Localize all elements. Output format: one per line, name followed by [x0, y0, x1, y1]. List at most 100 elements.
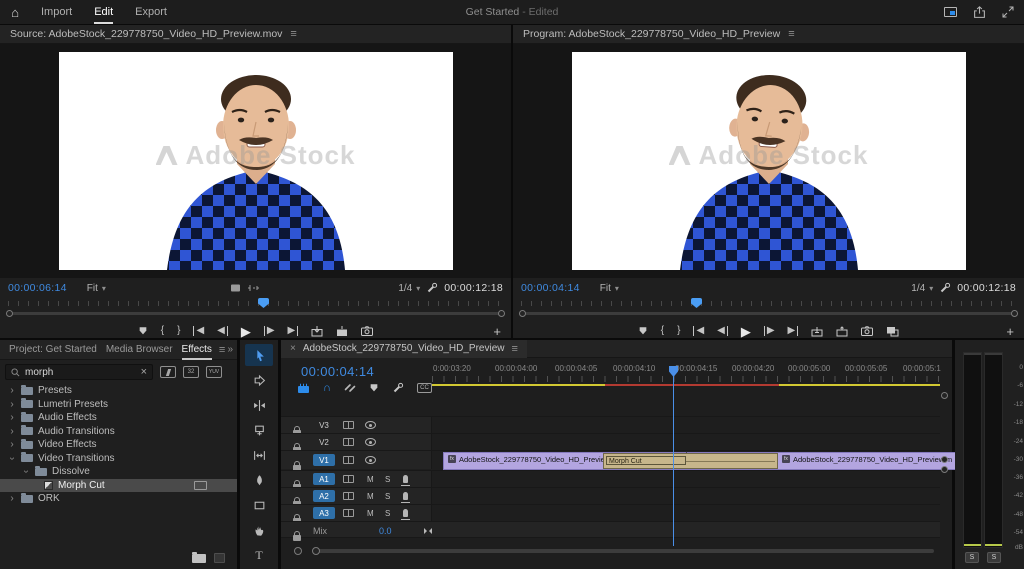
track-badge-a2[interactable]: A2 [313, 490, 335, 502]
zoom-bar-left-knob[interactable] [6, 310, 13, 317]
vertical-scroll-knob[interactable] [941, 466, 948, 473]
track-badge-v3[interactable]: V3 [313, 419, 335, 431]
drag-video-only-icon[interactable] [230, 283, 241, 293]
expand-arrow-icon[interactable]: › [8, 412, 16, 423]
timeline-settings-wrench-icon[interactable] [392, 382, 404, 394]
timeline-playhead-line[interactable] [673, 376, 674, 546]
mix-value[interactable]: 0.0 [379, 526, 392, 536]
quick-export-icon[interactable] [973, 6, 986, 19]
hand-tool[interactable] [245, 519, 273, 541]
tree-item-presets[interactable]: › Presets [0, 384, 237, 398]
track-v3-header[interactable]: V3 [281, 417, 432, 433]
program-zoom-select[interactable]: Fit ▾ [600, 283, 619, 294]
sync-lock-icon[interactable] [343, 421, 354, 429]
solo-button[interactable]: S [385, 509, 390, 518]
toggle-track-output-eye-icon[interactable] [365, 438, 376, 446]
panel-menu-icon[interactable]: ≡ [219, 344, 225, 356]
mute-button[interactable]: M [367, 509, 374, 518]
source-video-area[interactable]: Adobe Stock [0, 44, 511, 278]
voiceover-mic-icon[interactable] [403, 475, 408, 483]
slip-tool[interactable] [245, 444, 273, 466]
tab-project[interactable]: Project: Get Started [9, 344, 97, 355]
toggle-track-output-eye-icon[interactable] [365, 421, 376, 429]
program-monitor-tab[interactable]: Program: AdobeStock_229778750_Video_HD_P… [513, 25, 1024, 44]
sync-lock-icon[interactable] [343, 475, 354, 483]
solo-button[interactable]: S [385, 475, 390, 484]
tree-item-ork[interactable]: › ORK [0, 492, 237, 506]
tree-item-audio-effects[interactable]: › Audio Effects [0, 411, 237, 425]
mark-in-icon[interactable]: { [161, 326, 164, 336]
selection-tool[interactable] [245, 344, 273, 366]
solo-left-button[interactable]: S [965, 552, 979, 563]
effects-search-input[interactable] [25, 367, 136, 378]
add-marker-icon[interactable] [138, 326, 148, 336]
comparison-view-icon[interactable] [886, 326, 899, 337]
source-zoom-bar[interactable] [6, 310, 505, 317]
mix-track-header[interactable]: Mix 0.0 [281, 522, 940, 537]
sync-lock-icon[interactable] [343, 509, 354, 517]
export-frame-icon[interactable] [861, 326, 873, 336]
timeline-timecode[interactable]: 00:00:04:14 [301, 364, 374, 379]
mark-out-icon[interactable]: } [677, 326, 680, 336]
step-back-icon[interactable]: ◀ [717, 326, 728, 336]
home-icon[interactable]: ⌂ [0, 5, 30, 20]
sync-lock-icon[interactable] [343, 492, 354, 500]
zoom-bar-right-knob[interactable] [498, 310, 505, 317]
tree-item-video-effects[interactable]: › Video Effects [0, 438, 237, 452]
rectangle-tool[interactable] [245, 494, 273, 516]
source-zoom-select[interactable]: Fit ▾ [87, 283, 106, 294]
panel-menu-icon[interactable]: ≡ [511, 343, 517, 355]
voiceover-mic-icon[interactable] [403, 509, 408, 517]
zoom-bar-track[interactable] [12, 312, 499, 315]
tree-item-audio-transitions[interactable]: › Audio Transitions [0, 425, 237, 439]
drag-audio-only-icon[interactable] [247, 283, 260, 293]
scroll-knob-left[interactable] [294, 547, 302, 555]
expand-arrow-icon[interactable]: › [8, 385, 16, 396]
menu-export[interactable]: Export [135, 6, 167, 18]
close-tab-icon[interactable]: × [290, 343, 296, 354]
track-badge-v2[interactable]: V2 [313, 436, 335, 448]
tree-item-dissolve[interactable]: › Dissolve [0, 465, 237, 479]
mute-button[interactable]: M [367, 475, 374, 484]
tree-item-morph-cut[interactable]: Morph Cut [0, 479, 237, 493]
play-button[interactable]: ▶ [741, 325, 751, 338]
track-v1-header[interactable]: V1 [281, 451, 432, 469]
go-to-in-icon[interactable]: ◀ [193, 326, 204, 336]
new-bin-icon[interactable] [192, 554, 206, 563]
linked-selection-icon[interactable] [344, 382, 356, 394]
zoom-bar-right-knob[interactable] [1011, 310, 1018, 317]
pen-tool[interactable] [245, 469, 273, 491]
go-to-in-icon[interactable]: ◀ [693, 326, 704, 336]
tree-item-video-transitions[interactable]: › Video Transitions [0, 452, 237, 466]
panel-menu-icon[interactable]: ≡ [788, 28, 794, 40]
expand-arrow-icon[interactable]: › [8, 426, 16, 437]
go-to-out-icon[interactable]: ▶ [288, 326, 299, 336]
go-to-out-icon[interactable]: ▶ [788, 326, 799, 336]
step-forward-icon[interactable]: ▶ [764, 326, 775, 336]
track-select-forward-tool[interactable] [245, 369, 273, 391]
mark-out-icon[interactable]: } [177, 326, 180, 336]
source-playback-resolution-select[interactable]: 1/4 ▾ [398, 283, 420, 294]
settings-wrench-icon[interactable] [426, 282, 438, 294]
sync-lock-icon[interactable] [343, 438, 354, 446]
tab-overflow-icon[interactable]: » [227, 344, 233, 355]
source-monitor-tab[interactable]: Source: AdobeStock_229778750_Video_HD_Pr… [0, 25, 511, 44]
pan-fader-icon[interactable] [423, 527, 433, 535]
overwrite-icon[interactable] [336, 326, 348, 337]
captions-icon[interactable]: CC [417, 383, 432, 393]
delete-icon[interactable] [214, 553, 225, 563]
voiceover-mic-icon[interactable] [403, 492, 408, 500]
track-a2-header[interactable]: A2 M S [281, 488, 432, 504]
vertical-scroll-knob[interactable] [941, 456, 948, 463]
fullscreen-icon[interactable] [1002, 6, 1014, 18]
button-editor-plus-icon[interactable]: + [493, 324, 501, 339]
step-back-icon[interactable]: ◀ [217, 326, 228, 336]
tab-media-browser[interactable]: Media Browser [106, 344, 173, 355]
tree-item-lumetri-presets[interactable]: › Lumetri Presets [0, 398, 237, 412]
accelerated-effects-filter-icon[interactable] [160, 366, 176, 378]
panel-menu-icon[interactable]: ≡ [290, 28, 296, 40]
expand-arrow-icon[interactable]: › [8, 493, 16, 504]
solo-button[interactable]: S [385, 492, 390, 501]
add-marker-icon[interactable] [638, 326, 648, 336]
collapse-arrow-icon[interactable]: › [21, 468, 32, 476]
